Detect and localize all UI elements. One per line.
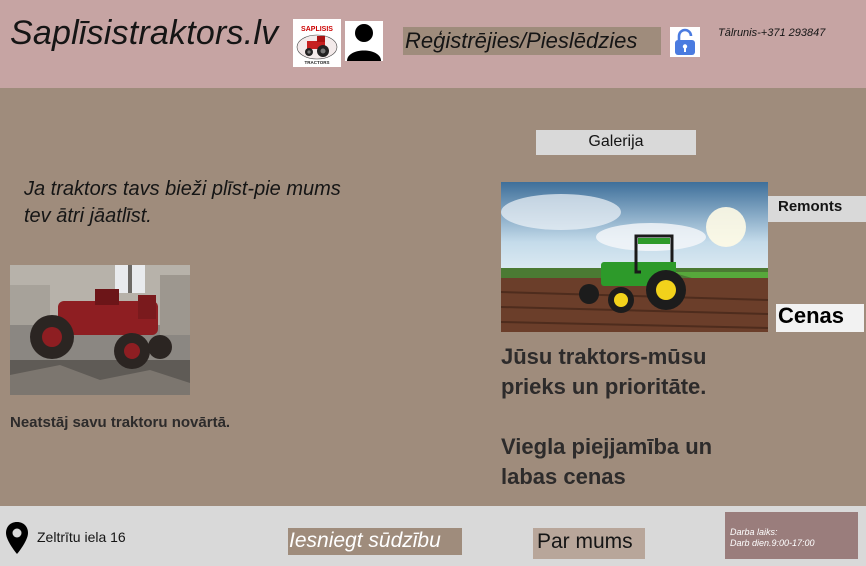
new-tractor-image <box>500 182 769 332</box>
neglect-text: Neatstāj savu traktoru novārtā. <box>10 414 231 431</box>
headline-prices: Viegla piejjamība un labas cenas <box>501 432 831 492</box>
location-pin-icon <box>5 521 29 555</box>
phone-number: Tālrunis-+371 293847 <box>718 27 826 39</box>
svg-text:TRACTORS: TRACTORS <box>305 60 330 65</box>
headline-prices-line-2: labas cenas <box>501 464 626 489</box>
headline-priority-line-2: prieks un prioritāte. <box>501 374 707 399</box>
prices-button[interactable]: Cenas <box>776 304 864 332</box>
complaint-button[interactable]: Iesniegt sūdzību <box>288 528 462 555</box>
login-register-button[interactable]: Reģistrējies/Pieslēdzies <box>403 27 661 55</box>
svg-text:SAPLISIS: SAPLISIS <box>301 26 333 33</box>
tractor-logo-icon[interactable]: SAPLISIS TRACTORS <box>293 19 341 67</box>
about-us-button[interactable]: Par mums <box>533 528 645 559</box>
slogan-line-2: tev ātri jāatlīst. <box>24 205 152 227</box>
working-hours: Darba laiks: Darb dien.9:00-17:00 <box>725 512 858 559</box>
gallery-button[interactable]: Galerija <box>536 130 696 155</box>
headline-priority-line-1: Jūsu traktors-mūsu <box>501 344 707 369</box>
headline-prices-line-1: Viegla piejjamība un <box>501 434 713 459</box>
old-tractor-image <box>10 265 190 395</box>
working-hours-title: Darba laiks: <box>730 527 778 537</box>
working-hours-value: Darb dien.9:00-17:00 <box>730 538 815 548</box>
lock-icon[interactable] <box>670 27 700 57</box>
address: Zeltrītu iela 16 <box>37 529 126 545</box>
user-icon[interactable] <box>345 21 383 61</box>
slogan: Ja traktors tavs bieži plīst-pie mums te… <box>24 176 444 230</box>
headline-priority: Jūsu traktors-mūsu prieks un prioritāte. <box>501 342 831 402</box>
site-title[interactable]: Saplīsistraktors.lv <box>10 14 278 53</box>
repair-button[interactable]: Remonts <box>768 196 866 222</box>
slogan-line-1: Ja traktors tavs bieži plīst-pie mums <box>24 178 341 200</box>
